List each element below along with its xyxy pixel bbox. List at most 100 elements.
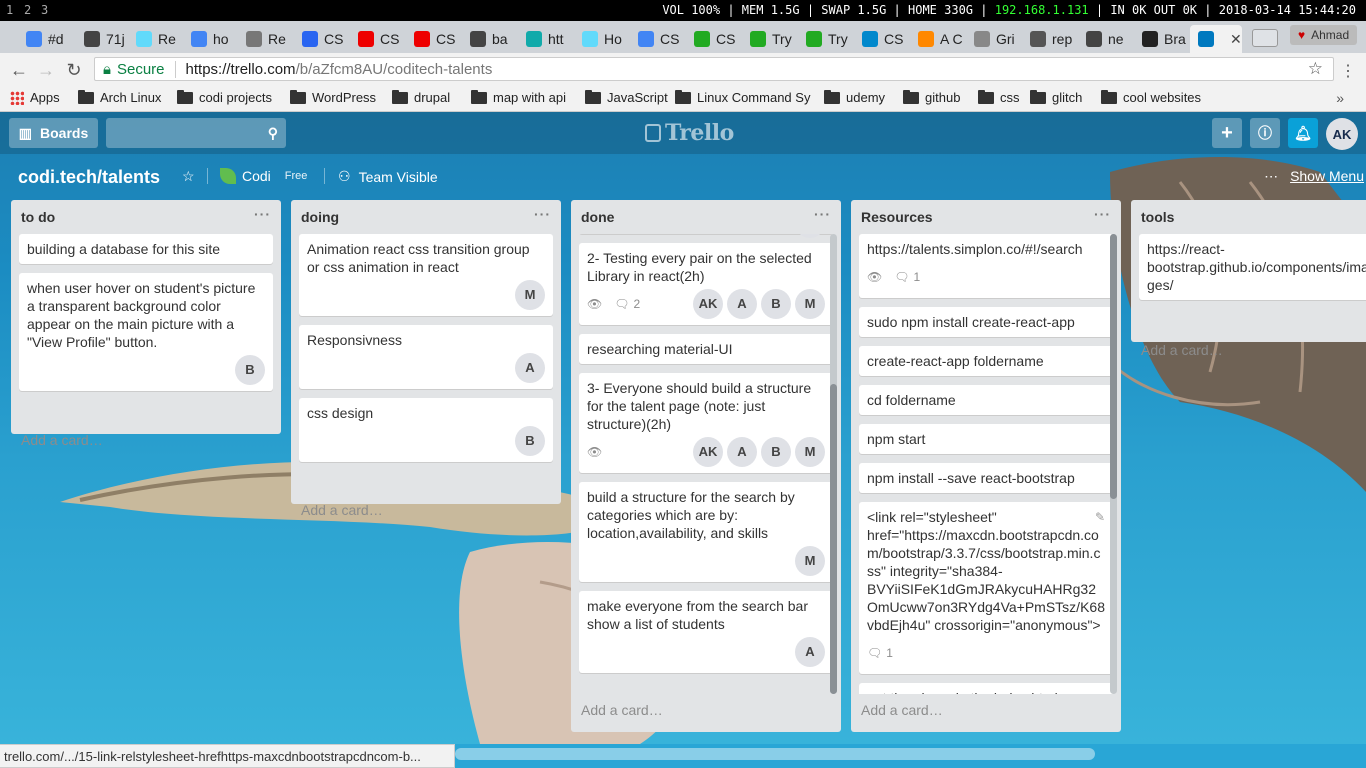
star-board-icon[interactable]: ☆ — [182, 168, 195, 185]
browser-tab[interactable]: htt — [518, 25, 572, 53]
list-menu-icon[interactable]: ··· — [1094, 206, 1111, 222]
profile-button[interactable]: ♥ Ahmad — [1290, 25, 1358, 45]
bookmark-folder[interactable]: drupal — [392, 89, 450, 105]
list-menu-icon[interactable]: ··· — [534, 206, 551, 222]
board-title[interactable]: codi.tech/talents — [18, 167, 160, 188]
card[interactable]: npm install --save react-bootstrap — [859, 463, 1113, 493]
bookmark-folder[interactable]: codi projects — [177, 89, 272, 105]
workspace-3[interactable]: 3 — [41, 3, 48, 17]
list-scrollbar[interactable] — [830, 234, 837, 694]
edit-card-icon[interactable]: ✎ — [1095, 508, 1105, 526]
list-menu-icon[interactable]: ··· — [254, 206, 271, 222]
browser-tab[interactable]: CS — [294, 25, 348, 53]
add-card-button[interactable]: Add a card… — [851, 694, 1121, 726]
member-avatar[interactable]: B — [235, 355, 265, 385]
card[interactable]: make everyone from the search bar show a… — [579, 591, 833, 673]
bookmark-folder[interactable]: map with api — [471, 89, 566, 105]
browser-tab[interactable]: Re — [238, 25, 292, 53]
bookmark-star-icon[interactable]: ☆ — [1308, 59, 1323, 79]
list-header[interactable]: doing ··· — [291, 200, 561, 234]
add-card-button[interactable]: Add a card… — [1131, 334, 1366, 366]
member-avatar[interactable]: B — [761, 437, 791, 467]
browser-tab[interactable]: CS — [686, 25, 740, 53]
list-header[interactable]: done ··· — [571, 200, 841, 234]
list-scrollbar[interactable] — [1110, 234, 1117, 694]
bookmark-folder[interactable]: github — [903, 89, 960, 105]
card[interactable]: https://talents.simplon.co/#!/search 👁︎ 🗨︎… — [859, 234, 1113, 298]
member-avatar[interactable]: M — [795, 289, 825, 319]
member-avatar[interactable]: AK — [1326, 118, 1358, 150]
member-avatar[interactable]: A — [727, 289, 757, 319]
browser-tab[interactable]: CS — [406, 25, 460, 53]
new-tab-button[interactable] — [1252, 29, 1278, 47]
trello-logo[interactable]: Trello — [645, 120, 734, 146]
card[interactable]: https://react-bootstrap.github.io/compon… — [1139, 234, 1366, 300]
notifications-bell-icon[interactable]: 🔔︎ — [1288, 118, 1318, 148]
browser-tab[interactable]: Try — [742, 25, 796, 53]
list-menu-icon[interactable]: ··· — [814, 206, 831, 222]
browser-tab[interactable]: A C — [910, 25, 964, 53]
browser-tab[interactable]: CS — [854, 25, 908, 53]
add-card-button[interactable]: Add a card… — [571, 694, 841, 726]
browser-tab[interactable]: ne — [1078, 25, 1132, 53]
bookmark-folder[interactable]: css — [978, 89, 1020, 105]
board-search-input[interactable]: ⚲ — [106, 118, 286, 148]
board-horizontal-scrollbar[interactable] — [455, 744, 1366, 768]
team-button[interactable]: Codi Free — [220, 168, 307, 184]
browser-tab[interactable]: ho — [183, 25, 237, 53]
card[interactable]: npm start — [859, 424, 1113, 454]
card[interactable]: build a structure for the search by cate… — [579, 482, 833, 582]
bookmark-folder[interactable]: Arch Linux — [78, 89, 161, 105]
bookmarks-overflow-icon[interactable]: » — [1336, 90, 1344, 106]
member-avatar[interactable]: AK — [693, 437, 723, 467]
scrollbar-thumb[interactable] — [455, 748, 1095, 760]
boards-button[interactable]: ▥ Boards — [9, 118, 98, 148]
add-button[interactable]: + — [1212, 118, 1242, 148]
add-card-button[interactable]: Add a card… — [11, 424, 281, 456]
member-avatar[interactable]: A — [727, 437, 757, 467]
browser-tab[interactable]: Ho — [574, 25, 628, 53]
member-avatar[interactable]: M — [795, 546, 825, 576]
forward-arrow-icon[interactable]: → — [35, 59, 57, 81]
browser-tab[interactable]: CS — [630, 25, 684, 53]
list-title[interactable]: to do — [21, 209, 55, 225]
close-tab-icon[interactable]: ✕ — [1230, 31, 1242, 48]
bookmark-folder[interactable]: WordPress — [290, 89, 376, 105]
browser-tab[interactable]: rep — [1022, 25, 1076, 53]
add-card-button[interactable]: Add a card… — [291, 494, 561, 526]
show-menu-button[interactable]: ⋯ Show Menu — [1264, 168, 1364, 185]
workspace-1[interactable]: 1 — [6, 3, 13, 17]
workspace-2[interactable]: 2 — [24, 3, 31, 17]
member-avatar[interactable]: AK — [693, 289, 723, 319]
card[interactable]: create-react-app foldername — [859, 346, 1113, 376]
member-avatar[interactable]: A — [515, 353, 545, 383]
browser-tab[interactable]: Re — [128, 25, 182, 53]
url-bar[interactable]: 🔒︎ Secure https://trello.com /b/aZfcm8AU… — [94, 57, 1334, 81]
browser-tab[interactable]: Bra — [1134, 25, 1188, 53]
browser-tab[interactable]: ba — [462, 25, 516, 53]
list-title[interactable]: tools — [1141, 209, 1174, 225]
member-avatar[interactable]: M — [795, 437, 825, 467]
member-avatar[interactable]: A — [795, 637, 825, 667]
card[interactable]: 2- Testing every pair on the selected Li… — [579, 243, 833, 325]
browser-tab[interactable]: Gri — [966, 25, 1020, 53]
browser-tab[interactable]: Try — [798, 25, 852, 53]
card[interactable]: css design B — [299, 398, 553, 462]
card[interactable]: <link rel="stylesheet" href="https://max… — [859, 502, 1113, 674]
card[interactable]: put the above in the index.html — [859, 683, 1113, 694]
back-arrow-icon[interactable]: ← — [8, 59, 30, 81]
list-header[interactable]: to do ··· — [11, 200, 281, 234]
member-avatar[interactable]: B — [761, 289, 791, 319]
browser-tab[interactable]: #d — [18, 25, 72, 53]
bookmark-folder[interactable]: JavaScript — [585, 89, 668, 105]
member-avatar[interactable]: B — [515, 426, 545, 456]
card[interactable]: building a database for this site — [19, 234, 273, 264]
bookmark-folder[interactable]: udemy — [824, 89, 885, 105]
list-header[interactable]: Resources ··· — [851, 200, 1121, 234]
bookmark-folder[interactable]: glitch — [1030, 89, 1082, 105]
bookmark-apps[interactable]: Apps — [10, 90, 60, 105]
card[interactable]: Animation react css transition group or … — [299, 234, 553, 316]
card[interactable]: 3- Everyone should build a structure for… — [579, 373, 833, 473]
card[interactable]: researching material-UI — [579, 334, 833, 364]
list-title[interactable]: done — [581, 209, 614, 225]
